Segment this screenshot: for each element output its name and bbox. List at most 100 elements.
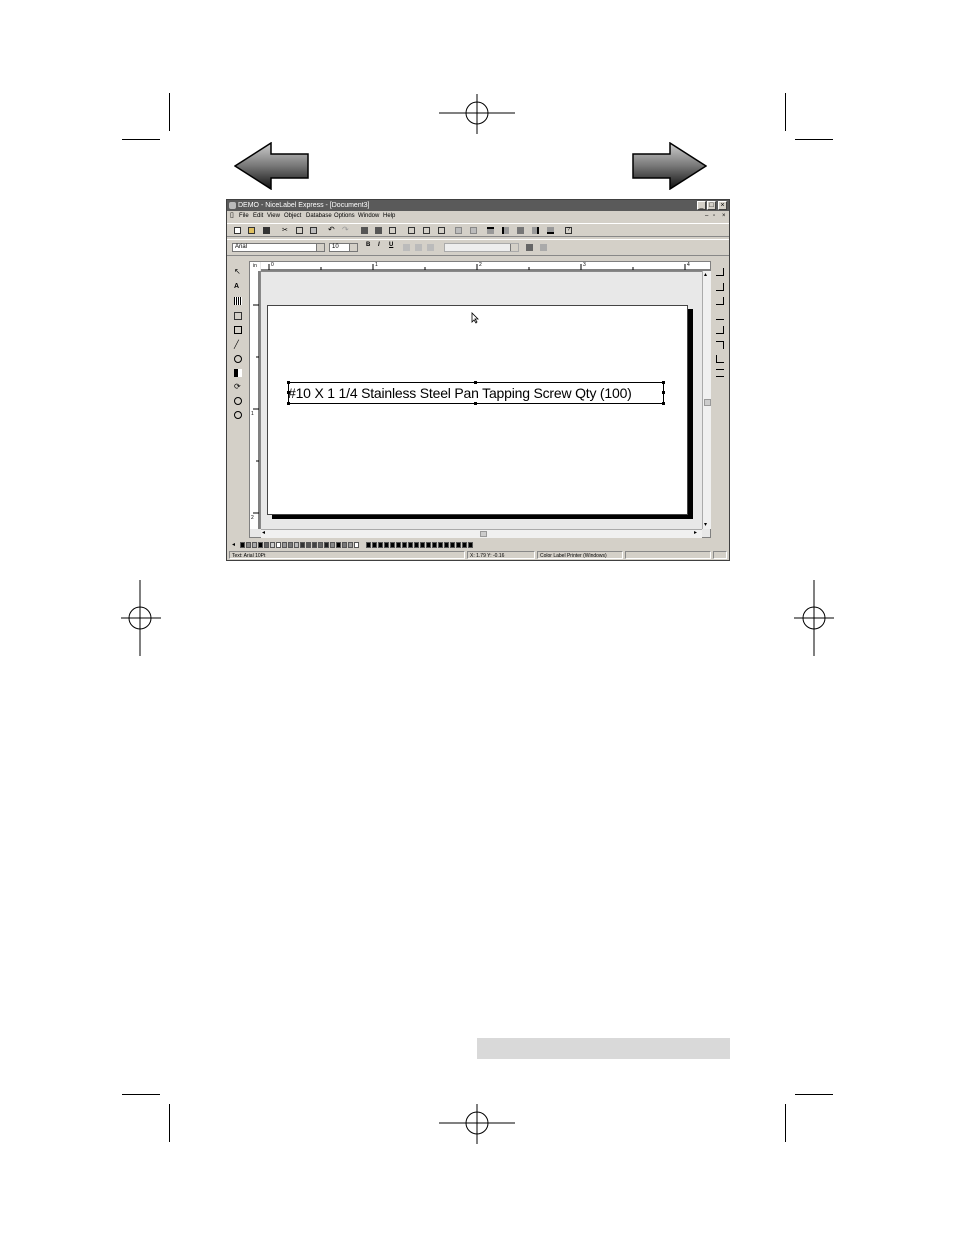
color-swatch[interactable]	[276, 542, 281, 548]
menu-view[interactable]: View	[267, 211, 280, 221]
color-swatch[interactable]	[378, 542, 383, 548]
copy-icon[interactable]	[296, 227, 303, 234]
pointer-icon[interactable]: ↖	[234, 268, 242, 276]
resize-handle[interactable]	[662, 402, 665, 405]
resize-handle[interactable]	[662, 381, 665, 384]
color-swatch[interactable]	[348, 542, 353, 548]
align-tool-icon[interactable]	[716, 268, 724, 276]
menu-edit[interactable]: Edit	[253, 211, 263, 221]
color-swatch[interactable]	[246, 542, 251, 548]
color-swatch[interactable]	[384, 542, 389, 548]
color-swatch[interactable]	[426, 542, 431, 548]
color-swatch[interactable]	[282, 542, 287, 548]
bold-button[interactable]: B	[366, 242, 370, 248]
barcode-tool-icon[interactable]	[234, 297, 242, 305]
color-swatch[interactable]	[300, 542, 305, 548]
print-preview-icon[interactable]	[389, 227, 396, 234]
label-text-object[interactable]: #10 X 1 1/4 Stainless Steel Pan Tapping …	[288, 385, 632, 401]
scroll-thumb[interactable]	[480, 531, 487, 537]
resize-handle[interactable]	[287, 402, 290, 405]
zoom-actual-icon[interactable]	[438, 227, 445, 234]
color-swatch[interactable]	[270, 542, 275, 548]
color-swatch[interactable]	[462, 542, 467, 548]
align-center-icon[interactable]	[517, 227, 524, 234]
zoom-page-icon[interactable]	[408, 227, 415, 234]
text-align-left-icon[interactable]	[403, 244, 410, 251]
open-icon[interactable]	[248, 227, 255, 234]
text-align-center-icon[interactable]	[415, 244, 422, 251]
color-swatch[interactable]	[468, 542, 473, 548]
color-swatch[interactable]	[324, 542, 329, 548]
paste-icon[interactable]	[310, 227, 317, 234]
align-tool-icon[interactable]	[716, 355, 724, 363]
save-icon[interactable]	[263, 227, 270, 234]
color-swatch[interactable]	[252, 542, 257, 548]
snap-icon[interactable]	[470, 227, 477, 234]
horizontal-scrollbar[interactable]: ◂ ▸	[261, 529, 702, 538]
redo-icon[interactable]: ↷	[342, 226, 349, 234]
color-swatch[interactable]	[336, 542, 341, 548]
menu-file[interactable]: File	[239, 211, 249, 221]
menu-help[interactable]: Help	[383, 211, 395, 221]
color-swatch[interactable]	[264, 542, 269, 548]
align-top-icon[interactable]	[487, 227, 494, 234]
palette-arrow-icon[interactable]: ◂	[232, 541, 235, 548]
resize-handle[interactable]	[287, 381, 290, 384]
align-tool-icon[interactable]	[716, 312, 724, 320]
menu-options[interactable]: Options	[334, 211, 355, 221]
label-paper[interactable]: #10 X 1 1/4 Stainless Steel Pan Tapping …	[267, 305, 688, 515]
color-swatch[interactable]	[294, 542, 299, 548]
variable-wizard-icon[interactable]	[526, 244, 533, 251]
menu-window[interactable]: Window	[358, 211, 379, 221]
zoom-width-icon[interactable]	[423, 227, 430, 234]
print-icon[interactable]	[361, 227, 368, 234]
color-swatch[interactable]	[330, 542, 335, 548]
color-swatch[interactable]	[402, 542, 407, 548]
line-tool-icon[interactable]: ╱	[234, 341, 242, 349]
mdi-minimize-icon[interactable]: –	[705, 211, 708, 221]
menu-database[interactable]: Database	[306, 211, 332, 221]
grid-icon[interactable]	[455, 227, 462, 234]
text-align-right-icon[interactable]	[427, 244, 434, 251]
color-swatch[interactable]	[420, 542, 425, 548]
align-tool-icon[interactable]	[716, 369, 724, 377]
picture-tool-icon[interactable]	[234, 312, 242, 320]
database-icon[interactable]	[540, 244, 547, 251]
mdi-restore-icon[interactable]: ▫	[713, 211, 715, 221]
variable-select[interactable]	[444, 243, 519, 252]
print-setup-icon[interactable]	[375, 227, 382, 234]
maximize-button[interactable]: □	[707, 201, 716, 210]
italic-button[interactable]: I	[378, 242, 380, 248]
scroll-right-icon[interactable]: ▸	[694, 529, 697, 536]
color-swatch[interactable]	[288, 542, 293, 548]
color-swatch[interactable]	[372, 542, 377, 548]
color-swatch[interactable]	[342, 542, 347, 548]
minimize-button[interactable]: _	[697, 201, 706, 210]
color-swatch[interactable]	[306, 542, 311, 548]
color-swatch[interactable]	[456, 542, 461, 548]
color-swatch[interactable]	[354, 542, 359, 548]
arrow-left-icon[interactable]	[234, 142, 310, 190]
color-swatch[interactable]	[366, 542, 371, 548]
align-tool-icon[interactable]	[716, 283, 724, 291]
color-swatch[interactable]	[396, 542, 401, 548]
resize-handle[interactable]	[474, 402, 477, 405]
new-icon[interactable]	[234, 227, 241, 234]
scroll-up-icon[interactable]: ▴	[704, 271, 707, 278]
color-swatch[interactable]	[390, 542, 395, 548]
mdi-close-icon[interactable]: ×	[722, 211, 726, 221]
color-swatch[interactable]	[432, 542, 437, 548]
arrow-right-icon[interactable]	[631, 142, 707, 190]
design-canvas[interactable]: in 0 1 2 3 4 1 2 #10 X 1 1/4 Stainless S…	[249, 261, 711, 538]
undo-icon[interactable]: ↶	[328, 226, 335, 234]
color-swatch[interactable]	[444, 542, 449, 548]
color-swatch[interactable]	[408, 542, 413, 548]
scroll-down-icon[interactable]: ▾	[704, 521, 707, 528]
color-swatch[interactable]	[240, 542, 245, 548]
cut-icon[interactable]: ✂	[282, 227, 289, 234]
scroll-thumb[interactable]	[704, 399, 711, 406]
close-button[interactable]: ×	[718, 201, 727, 210]
underline-button[interactable]: U	[389, 242, 393, 248]
color-swatch[interactable]	[450, 542, 455, 548]
color-swatch[interactable]	[414, 542, 419, 548]
